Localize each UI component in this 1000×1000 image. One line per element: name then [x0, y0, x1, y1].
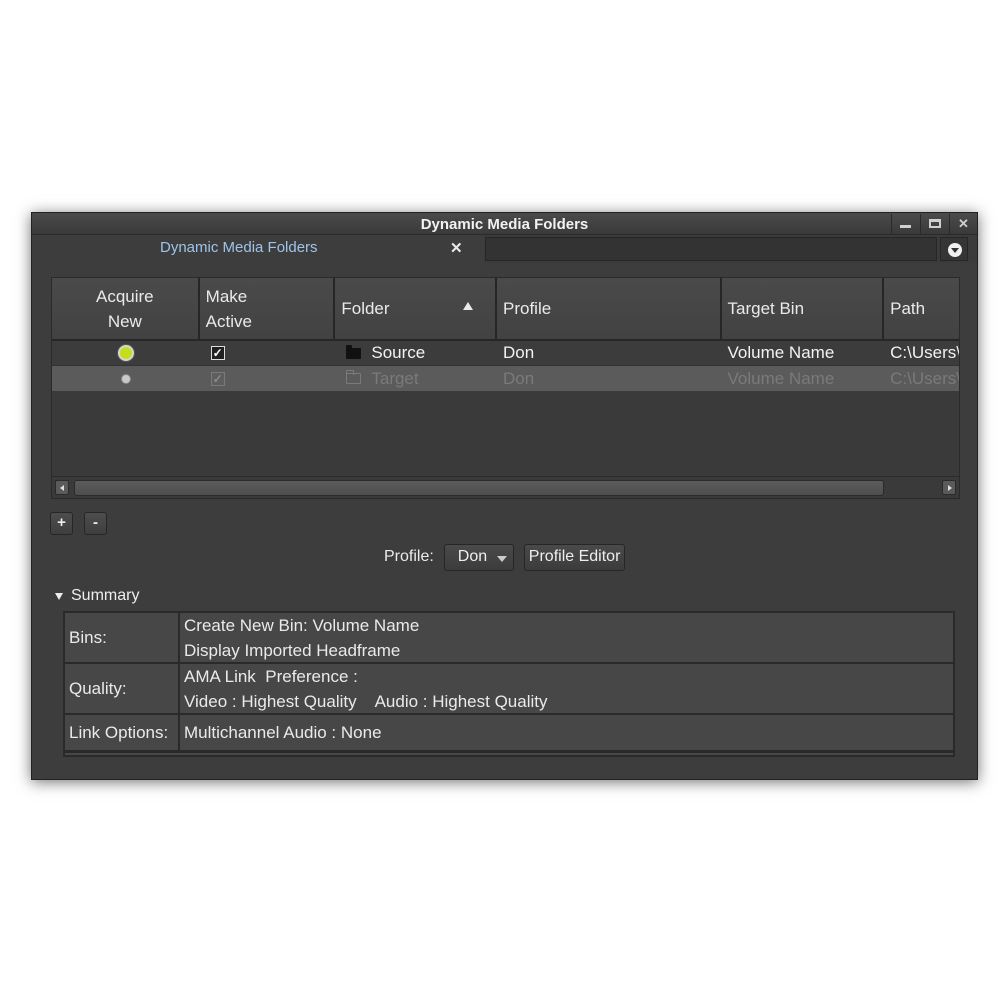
header-text: Target Bin [727, 299, 805, 318]
target-bin-cell: Volume Name [727, 368, 835, 388]
summary-value: Multichannel Audio : None [180, 715, 953, 750]
folder-outline-icon [346, 370, 362, 384]
scroll-right-icon[interactable] [942, 480, 956, 495]
title-bar[interactable]: Dynamic Media Folders ✕ [32, 213, 977, 235]
table-row[interactable]: ✓ Target Don Volume Name C:\Users\ [52, 366, 959, 391]
summary-key: Quality: [65, 664, 180, 713]
summary-row-bins: Bins: Create New Bin: Volume Name Displa… [65, 613, 953, 664]
tab-menu-button[interactable] [940, 237, 968, 261]
table-body: ✓ Source Don Volume Name C:\Users\ ✓ Tar… [52, 341, 959, 391]
column-header-acquire-new[interactable]: Acquire New [52, 278, 200, 341]
sort-ascending-icon [463, 302, 473, 310]
summary-key: Bins: [65, 613, 180, 662]
minimize-icon [900, 225, 911, 228]
header-text: Folder [341, 299, 390, 318]
summary-row-link-options: Link Options: Multichannel Audio : None [65, 715, 953, 753]
profile-row: Profile: Don Profile Editor [384, 543, 626, 571]
summary-value: AMA Link Preference : Video : Highest Qu… [180, 664, 953, 713]
path-cell: C:\Users\ [890, 368, 959, 388]
header-text: Make [205, 286, 248, 306]
minimize-button[interactable] [891, 214, 919, 234]
column-header-path[interactable]: Path [884, 278, 959, 341]
scrollbar-thumb[interactable] [74, 480, 884, 496]
header-text: Active [205, 311, 252, 331]
profile-selected-value: Don [457, 548, 488, 565]
make-active-checkbox[interactable]: ✓ [210, 346, 225, 360]
folder-name: Source [371, 343, 426, 362]
disclosure-triangle-icon [55, 592, 63, 600]
add-folder-button[interactable]: + [50, 512, 73, 535]
tab-bar: Dynamic Media Folders ✕ [32, 235, 977, 263]
tab-bar-empty-area [485, 237, 937, 261]
scroll-left-icon[interactable] [55, 480, 69, 495]
window-title: Dynamic Media Folders [420, 216, 589, 233]
folder-name: Target [371, 368, 419, 388]
header-text: Profile [503, 299, 552, 318]
profile-editor-button[interactable]: Profile Editor [523, 543, 626, 571]
header-text: Acquire [96, 286, 154, 306]
column-header-profile[interactable]: Profile [497, 278, 722, 341]
target-bin-cell: Volume Name [727, 343, 835, 362]
column-header-folder[interactable]: Folder [335, 278, 497, 341]
folder-cell: Source [335, 341, 497, 366]
dynamic-media-folders-window: Dynamic Media Folders ✕ Dynamic Media Fo… [31, 212, 978, 780]
summary-row-quality: Quality: AMA Link Preference : Video : H… [65, 664, 953, 715]
tab-close-icon[interactable]: ✕ [450, 239, 463, 257]
profile-cell: Don [503, 368, 535, 388]
column-header-make-active[interactable]: Make Active [199, 278, 336, 341]
folders-table: Acquire New Make Active Folder Profile Tar… [51, 277, 960, 499]
acquire-new-cell [52, 341, 200, 366]
folder-cell: Target [335, 366, 497, 391]
summary-line: Video : Highest Quality Audio : Highest … [184, 692, 548, 711]
tab-label: Dynamic Media Folders [160, 239, 318, 256]
tab-dynamic-media-folders[interactable]: Dynamic Media Folders ✕ [32, 235, 484, 263]
summary-line: AMA Link Preference : [184, 667, 358, 686]
make-active-cell: ✓ [200, 341, 336, 366]
column-header-target-bin[interactable]: Target Bin [721, 278, 885, 341]
summary-line: Multichannel Audio : None [184, 723, 382, 742]
table-header: Acquire New Make Active Folder Profile Tar… [52, 278, 959, 341]
summary-key: Link Options: [65, 715, 180, 750]
summary-toggle[interactable]: Summary [55, 587, 139, 605]
summary-table: Bins: Create New Bin: Volume Name Displa… [63, 611, 955, 757]
make-active-checkbox[interactable]: ✓ [210, 371, 225, 386]
summary-title: Summary [71, 587, 140, 604]
summary-value: Create New Bin: Volume Name Display Impo… [180, 613, 953, 662]
make-active-cell: ✓ [200, 366, 336, 391]
header-text: Path [890, 299, 926, 318]
close-window-button[interactable]: ✕ [949, 214, 977, 234]
horizontal-scrollbar[interactable] [52, 476, 959, 498]
profile-label: Profile: [384, 548, 434, 565]
summary-line: Display Imported Headframe [184, 641, 401, 660]
maximize-icon [928, 219, 941, 228]
header-text: New [107, 311, 142, 331]
chevron-down-icon [496, 555, 507, 562]
path-cell: C:\Users\ [890, 343, 959, 362]
acquire-new-radio[interactable] [120, 373, 131, 384]
chevron-down-circle-icon [948, 243, 962, 257]
profile-cell: Don [503, 343, 535, 362]
acquire-new-cell [52, 366, 200, 391]
folder-icon [346, 344, 362, 359]
acquire-new-radio[interactable] [117, 345, 134, 361]
table-row[interactable]: ✓ Source Don Volume Name C:\Users\ [52, 341, 959, 366]
summary-line: Create New Bin: Volume Name [184, 616, 420, 635]
close-icon: ✕ [958, 216, 969, 231]
maximize-button[interactable] [920, 214, 948, 234]
remove-folder-button[interactable]: - [84, 512, 107, 535]
profile-dropdown[interactable]: Don [443, 543, 514, 571]
